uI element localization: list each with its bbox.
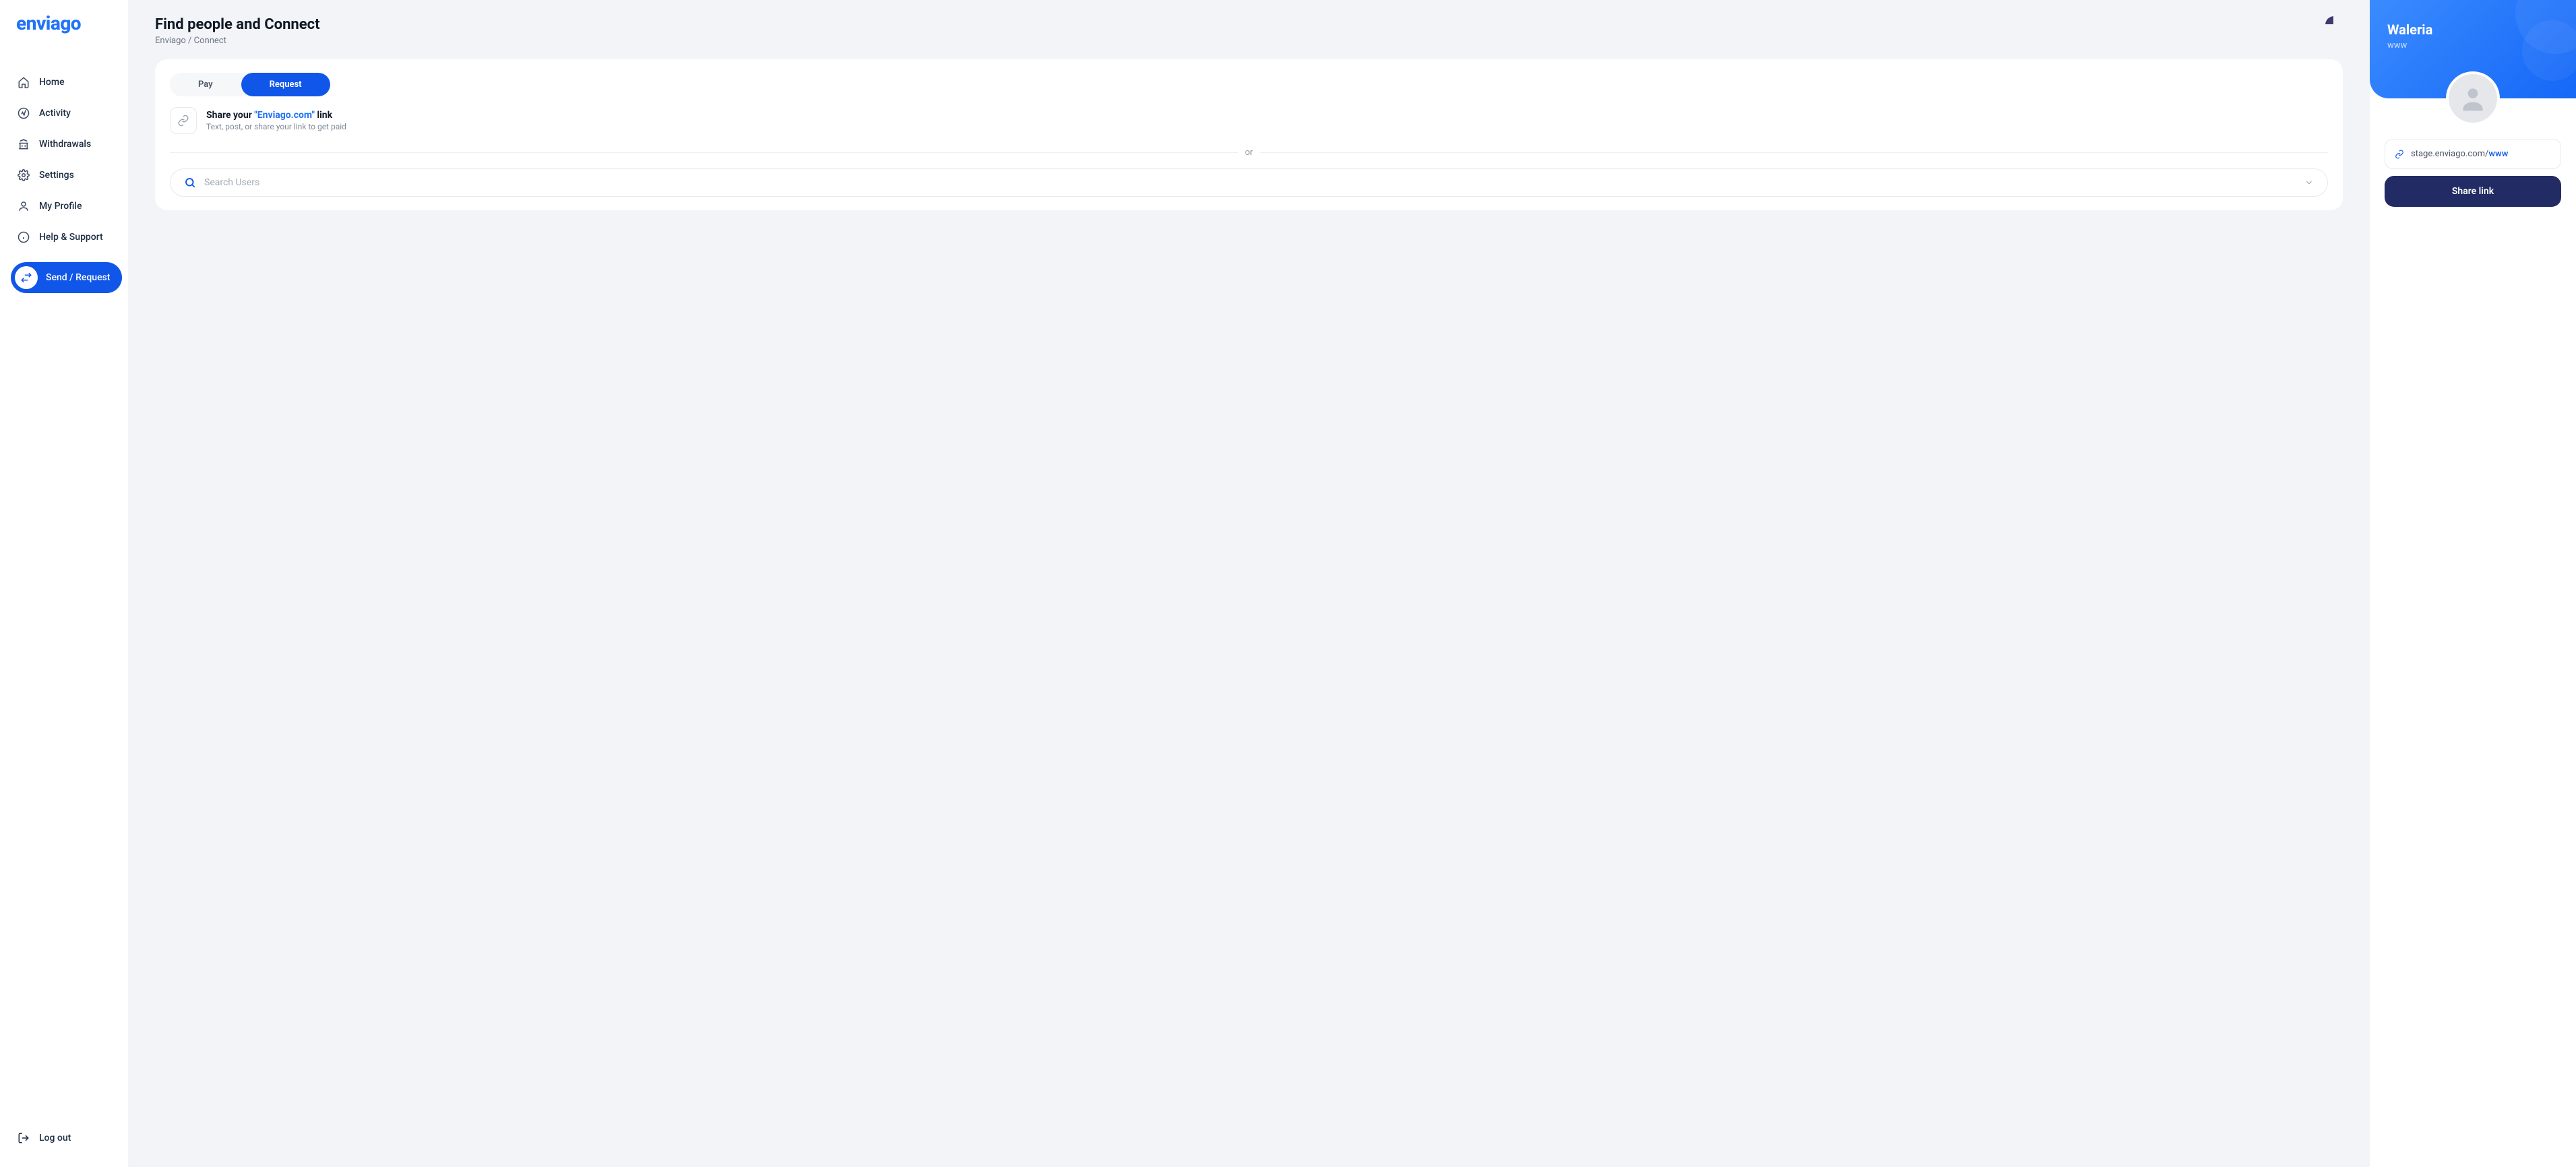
sidebar-item-activity[interactable]: Activity — [5, 98, 128, 129]
profile-panel: Waleria www stage.enviago.com/www Share … — [2370, 0, 2576, 1167]
divider-line — [170, 152, 1238, 153]
send-request-label: Send / Request — [46, 272, 110, 283]
profile-link-text: stage.enviago.com/www — [2411, 149, 2508, 159]
tab-pay[interactable]: Pay — [170, 73, 241, 96]
home-icon — [18, 76, 30, 88]
connect-card: Pay Request Share your "Enviago.com" lin… — [155, 59, 2343, 210]
search-input[interactable] — [204, 177, 2304, 188]
sidebar-item-label: Help & Support — [39, 232, 103, 243]
logout-icon — [18, 1132, 30, 1144]
or-label: or — [1245, 148, 1253, 158]
user-icon — [18, 200, 30, 212]
sidebar-item-help[interactable]: Help & Support — [5, 222, 128, 253]
tabs: Pay Request — [170, 73, 330, 96]
sidebar-item-label: Withdrawals — [39, 139, 91, 150]
sidebar-item-label: Settings — [39, 170, 74, 181]
search-icon — [184, 177, 196, 189]
avatar[interactable] — [2446, 71, 2500, 125]
link-icon — [2395, 150, 2404, 159]
logout-label: Log out — [39, 1133, 71, 1143]
breadcrumb: Enviago / Connect — [155, 36, 320, 46]
sidebar-item-label: My Profile — [39, 201, 82, 212]
tab-request[interactable]: Request — [241, 73, 330, 96]
link-icon — [170, 107, 197, 134]
profile-link-box[interactable]: stage.enviago.com/www — [2385, 139, 2561, 169]
bank-icon — [18, 138, 30, 150]
page-title: Find people and Connect — [155, 16, 320, 33]
breadcrumb-sep: / — [188, 36, 191, 46]
sidebar-item-home[interactable]: Home — [5, 67, 128, 98]
gear-icon — [18, 169, 30, 181]
sidebar-item-label: Home — [39, 77, 65, 88]
locale-flag-us[interactable] — [2325, 16, 2343, 34]
sidebar-item-profile[interactable]: My Profile — [5, 191, 128, 222]
chevron-down-icon[interactable] — [2304, 178, 2314, 187]
share-subtitle: Text, post, or share your link to get pa… — [206, 122, 346, 131]
send-request-icon — [15, 266, 38, 289]
activity-icon — [18, 107, 30, 119]
brand-logo[interactable]: enviago — [0, 12, 128, 53]
sidebar-item-withdrawals[interactable]: Withdrawals — [5, 129, 128, 160]
share-title: Share your "Enviago.com" link — [206, 110, 346, 121]
logout-button[interactable]: Log out — [5, 1123, 128, 1154]
share-link-button[interactable]: Share link — [2385, 176, 2561, 207]
info-icon — [18, 231, 30, 243]
breadcrumb-current: Connect — [194, 36, 226, 46]
divider-line — [1260, 152, 2328, 153]
breadcrumb-root[interactable]: Enviago — [155, 36, 186, 46]
send-request-button[interactable]: Send / Request — [11, 262, 122, 293]
flag-canton — [2325, 16, 2333, 24]
search-users-box[interactable] — [170, 168, 2328, 197]
share-link-row[interactable]: Share your "Enviago.com" link Text, post… — [170, 107, 2328, 134]
banner-decoration-icon — [2522, 20, 2576, 81]
sidebar-item-label: Activity — [39, 108, 71, 119]
sidebar-item-settings[interactable]: Settings — [5, 160, 128, 191]
